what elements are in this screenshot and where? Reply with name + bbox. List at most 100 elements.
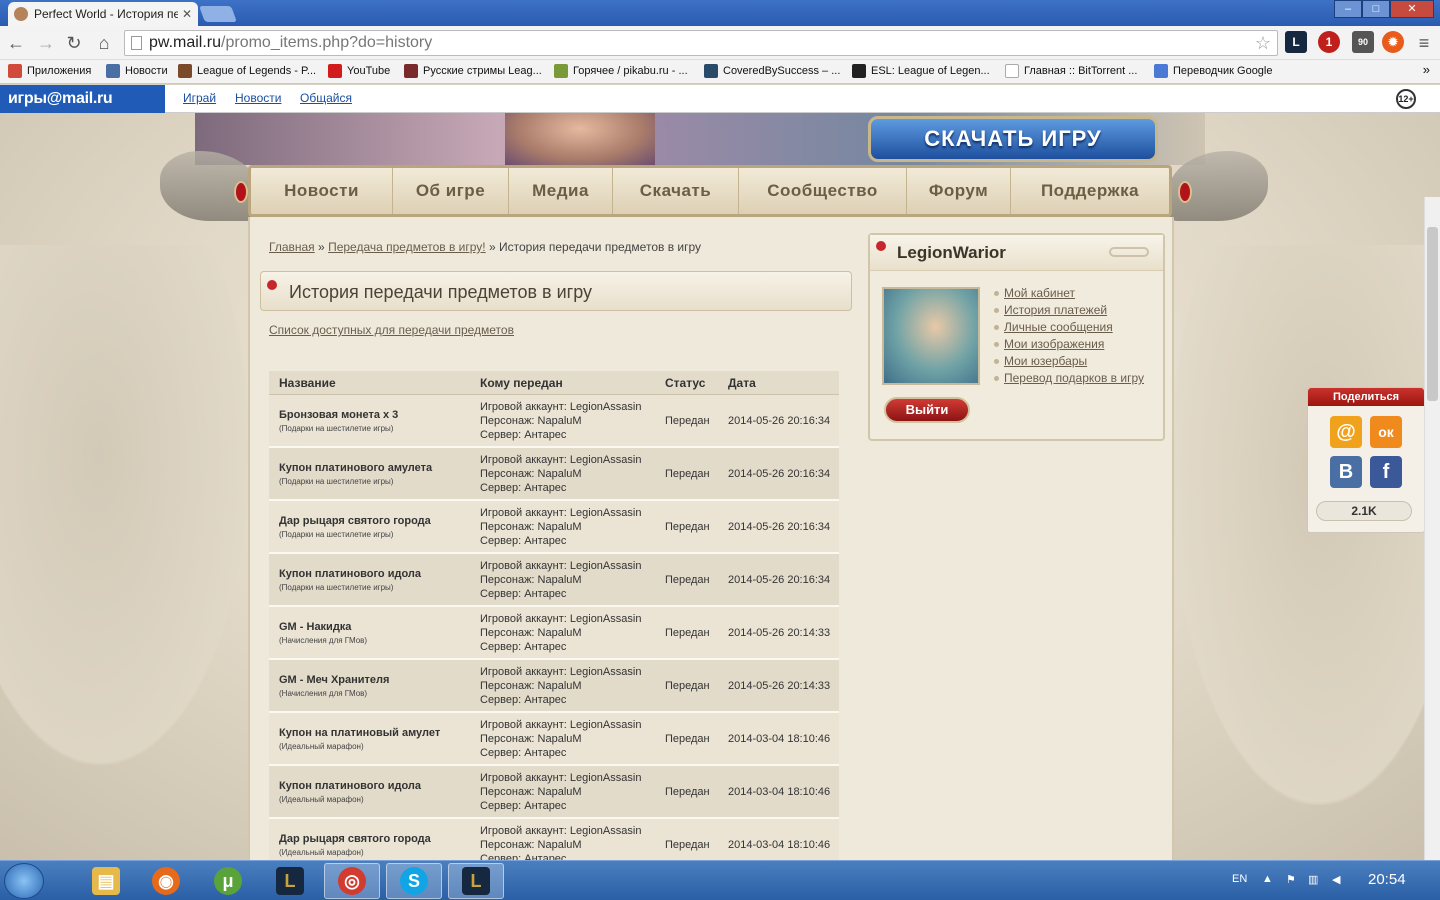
page-title: История передачи предметов в игру bbox=[289, 282, 593, 302]
username: LegionWarior bbox=[897, 243, 1006, 262]
portal-logo[interactable]: игры@mail.ru bbox=[0, 85, 165, 113]
menu-about[interactable]: Об игре bbox=[393, 168, 509, 214]
bookmark-pikabu[interactable]: Горячее / pikabu.ru - ... bbox=[554, 64, 688, 78]
back-arrow-icon[interactable]: ← bbox=[6, 33, 26, 54]
menu-community[interactable]: Сообщество bbox=[739, 168, 907, 214]
download-game-button[interactable]: СКАЧАТЬ ИГРУ bbox=[868, 116, 1158, 162]
vk-icon[interactable]: В bbox=[1330, 456, 1362, 488]
avatar[interactable] bbox=[882, 287, 980, 385]
close-window-button[interactable]: ✕ bbox=[1390, 0, 1434, 18]
item-name: Купон платинового идола bbox=[279, 568, 422, 580]
odnoklassniki-icon[interactable]: ок bbox=[1370, 416, 1402, 448]
start-button[interactable] bbox=[4, 863, 44, 899]
item-source: (Подарки на шестилетие игры) bbox=[279, 477, 394, 486]
transfer-date: 2014-05-26 20:16:34 bbox=[728, 574, 831, 586]
menu-media[interactable]: Медиа bbox=[509, 168, 613, 214]
bookmarks-overflow-icon[interactable]: » bbox=[1423, 62, 1430, 77]
menu-download[interactable]: Скачать bbox=[613, 168, 739, 214]
taskbar-utorrent[interactable]: μ bbox=[200, 863, 256, 899]
banner-character-art bbox=[505, 113, 655, 165]
browser-titlebar: Perfect World - История пер ✕ – □ ✕ bbox=[0, 0, 1440, 26]
portal-link-news[interactable]: Новости bbox=[235, 91, 281, 105]
taskbar-skype[interactable]: S bbox=[386, 863, 442, 899]
fire-extension-icon[interactable]: ✹ bbox=[1382, 31, 1404, 53]
transfer-date: 2014-05-26 20:16:34 bbox=[728, 415, 831, 427]
taskbar-clock[interactable]: 20:54 bbox=[1368, 871, 1406, 888]
show-hidden-icons-icon[interactable]: ▲ bbox=[1262, 873, 1273, 885]
user-box: LegionWarior Мой кабинет История платеже… bbox=[868, 233, 1165, 441]
pin-icon bbox=[876, 241, 886, 251]
adblock-badge: 1 bbox=[1325, 35, 1333, 49]
bookmark-youtube[interactable]: YouTube bbox=[328, 64, 390, 78]
item-source: (Идеальный марафон) bbox=[279, 848, 364, 857]
item-name: Бронзовая монета x 3 bbox=[279, 409, 399, 421]
maximize-button[interactable]: □ bbox=[1362, 0, 1390, 18]
available-items-link[interactable]: Список доступных для передачи предметов bbox=[269, 323, 514, 337]
bookmark-translate[interactable]: Переводчик Google bbox=[1154, 64, 1273, 78]
breadcrumb-section[interactable]: Передача предметов в игру! bbox=[328, 240, 486, 254]
counter-extension-icon[interactable]: 90 bbox=[1352, 31, 1374, 53]
menu-news[interactable]: Новости bbox=[251, 168, 393, 214]
league-extension-icon[interactable]: L bbox=[1285, 31, 1307, 53]
user-link-payments[interactable]: История платежей bbox=[994, 302, 1144, 319]
address-bar[interactable]: pw.mail.ru/promo_items.php?do=history ☆ bbox=[124, 30, 1278, 56]
recipient-server: Сервер: Антарес bbox=[480, 588, 567, 600]
recipient-character: Персонаж: NapaluM bbox=[480, 680, 582, 692]
action-center-icon[interactable]: ⚑ bbox=[1286, 873, 1296, 886]
volume-icon[interactable]: ◀ bbox=[1332, 873, 1340, 886]
bookmark-lol[interactable]: League of Legends - P... bbox=[178, 64, 316, 78]
portal-link-play[interactable]: Играй bbox=[183, 91, 216, 105]
bookmark-apps[interactable]: Приложения bbox=[8, 64, 91, 78]
menu-forum[interactable]: Форум bbox=[907, 168, 1011, 214]
menu-support[interactable]: Поддержка bbox=[1011, 168, 1169, 214]
tab-close-icon[interactable]: ✕ bbox=[182, 7, 192, 21]
language-indicator[interactable]: EN bbox=[1232, 873, 1247, 885]
user-link-messages[interactable]: Личные сообщения bbox=[994, 319, 1144, 336]
taskbar-chrome[interactable]: ◎ bbox=[324, 863, 380, 899]
scrollbar-thumb[interactable] bbox=[1427, 227, 1438, 401]
facebook-icon[interactable]: f bbox=[1370, 456, 1402, 488]
taskbar-league-client[interactable]: L bbox=[448, 863, 504, 899]
mailru-icon[interactable]: @ bbox=[1330, 416, 1362, 448]
portal-link-social[interactable]: Общайся bbox=[300, 91, 352, 105]
bookmark-star-icon[interactable]: ☆ bbox=[1255, 31, 1271, 55]
url-path: /promo_items.php?do=history bbox=[221, 34, 433, 51]
user-link-userbars[interactable]: Мои юзербары bbox=[994, 353, 1144, 370]
user-link-cabinet[interactable]: Мой кабинет bbox=[994, 285, 1144, 302]
transfer-status: Передан bbox=[665, 733, 710, 745]
recipient-account: Игровой аккаунт: LegionAssasin bbox=[480, 454, 642, 466]
item-source: (Начисления для ГМов) bbox=[279, 689, 368, 698]
bookmarks-bar: Приложения Новости League of Legends - P… bbox=[0, 60, 1440, 84]
breadcrumb-home[interactable]: Главная bbox=[269, 240, 315, 254]
home-icon[interactable]: ⌂ bbox=[94, 33, 114, 54]
table-row: Дар рыцаря святого города (Подарки на шес… bbox=[269, 501, 839, 554]
lol-icon bbox=[178, 64, 192, 78]
page-scrollbar[interactable] bbox=[1424, 197, 1440, 860]
browser-toolbar: ← → ↻ ⌂ pw.mail.ru/promo_items.php?do=hi… bbox=[0, 26, 1440, 60]
adblock-extension-icon[interactable]: 1 bbox=[1318, 31, 1340, 53]
bookmark-news[interactable]: Новости bbox=[106, 64, 168, 78]
logout-button[interactable]: Выйти bbox=[884, 397, 970, 423]
page-icon bbox=[131, 36, 142, 50]
utorrent-icon: μ bbox=[214, 867, 242, 895]
user-link-gift-transfer[interactable]: Перевод подарков в игру bbox=[994, 370, 1144, 387]
bookmark-streams[interactable]: Русские стримы Leag... bbox=[404, 64, 542, 78]
taskbar-league[interactable]: L bbox=[262, 863, 318, 899]
browser-tab[interactable]: Perfect World - История пер ✕ bbox=[8, 2, 198, 26]
bookmark-bittorrent[interactable]: Главная :: BitTorrent ... bbox=[1005, 64, 1137, 78]
taskbar-firefox[interactable]: ◉ bbox=[138, 863, 194, 899]
user-link-images[interactable]: Мои изображения bbox=[994, 336, 1144, 353]
age-rating-badge: 12+ bbox=[1396, 89, 1416, 109]
user-header: LegionWarior bbox=[870, 235, 1163, 271]
menu-icon[interactable]: ≡ bbox=[1414, 33, 1434, 54]
network-icon[interactable]: ▥ bbox=[1308, 873, 1318, 886]
minimize-button[interactable]: – bbox=[1334, 0, 1362, 18]
bookmark-esl[interactable]: ESL: League of Legen... bbox=[852, 64, 990, 78]
transfer-date: 2014-05-26 20:16:34 bbox=[728, 468, 831, 480]
breadcrumb: Главная » Передача предметов в игру! » И… bbox=[269, 240, 701, 254]
taskbar-explorer[interactable]: ▤ bbox=[78, 863, 134, 899]
forward-arrow-icon[interactable]: → bbox=[36, 33, 56, 54]
bookmark-covered[interactable]: CoveredBySuccess – ... bbox=[704, 64, 840, 78]
new-tab-button[interactable] bbox=[199, 6, 237, 22]
reload-icon[interactable]: ↻ bbox=[64, 33, 84, 54]
